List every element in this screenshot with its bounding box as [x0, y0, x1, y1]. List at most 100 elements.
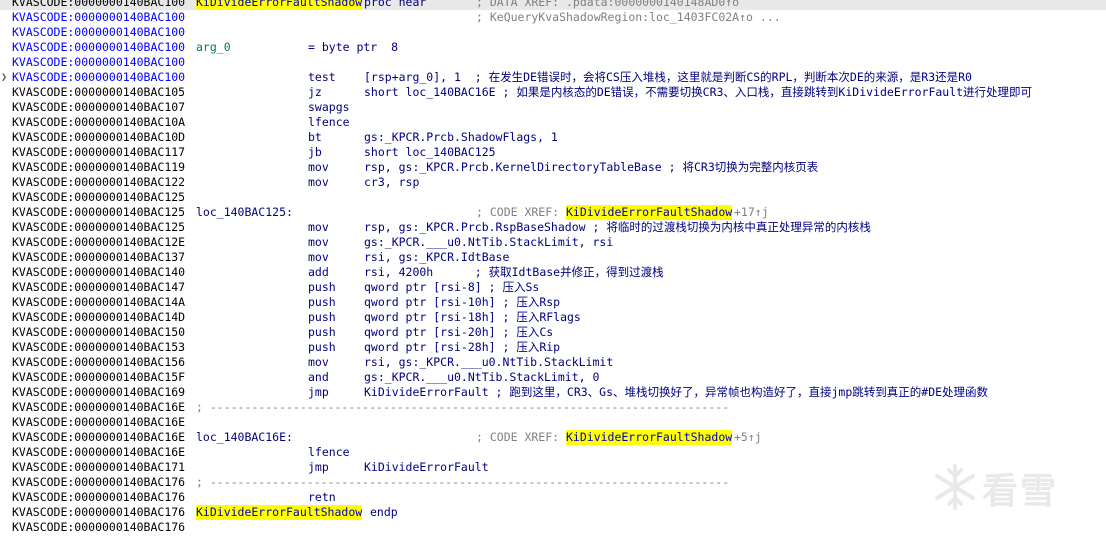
- address-label[interactable]: KVASCODE:0000000140BAC137: [12, 250, 185, 265]
- address-label[interactable]: KVASCODE:0000000140BAC14D: [12, 310, 185, 325]
- listing-row[interactable]: KVASCODE:0000000140BAC107 swapgs: [0, 100, 1106, 115]
- address-label[interactable]: KVASCODE:0000000140BAC10A: [12, 115, 185, 130]
- address-label[interactable]: KVASCODE:0000000140BAC169: [12, 385, 185, 400]
- highlighted-symbol[interactable]: KiDivideErrorFaultShadow: [196, 0, 363, 10]
- address-label[interactable]: KVASCODE:0000000140BAC147: [12, 280, 185, 295]
- listing-row[interactable]: KVASCODE:0000000140BAC125 loc_140BAC125:;…: [0, 205, 1106, 220]
- address-label[interactable]: KVASCODE:0000000140BAC12E: [12, 235, 185, 250]
- address-label[interactable]: KVASCODE:0000000140BAC176: [12, 490, 185, 505]
- operands: gs:_KPCR.___u0.NtTib.StackLimit, 0: [364, 370, 600, 384]
- address-label[interactable]: KVASCODE:0000000140BAC125: [12, 190, 185, 205]
- address-label[interactable]: KVASCODE:0000000140BAC10D: [12, 130, 185, 145]
- listing-row[interactable]: KVASCODE:0000000140BAC169 jmp KiDivideErro…: [0, 385, 1106, 400]
- mnemonic: jmp: [308, 385, 329, 399]
- snowflake-icon: [935, 464, 975, 510]
- address-label[interactable]: KVASCODE:0000000140BAC119: [12, 160, 185, 175]
- address-label[interactable]: KVASCODE:0000000140BAC156: [12, 355, 185, 370]
- listing-row[interactable]: KVASCODE:0000000140BAC119 mov rsp, gs:_KPC…: [0, 160, 1106, 175]
- operands: short loc_140BAC125: [364, 145, 496, 159]
- address-label[interactable]: KVASCODE:0000000140BAC105: [12, 85, 185, 100]
- listing-row[interactable]: KVASCODE:0000000140BAC150 push qword ptr […: [0, 325, 1106, 340]
- listing-row[interactable]: KVASCODE:0000000140BAC100 arg_0 = byte ptr…: [0, 40, 1106, 55]
- address-label[interactable]: KVASCODE:0000000140BAC14A: [12, 295, 185, 310]
- listing-row[interactable]: KVASCODE:0000000140BAC156 mov rsi, gs:_KPC…: [0, 355, 1106, 370]
- listing-row[interactable]: KVASCODE:0000000140BAC12E mov gs:_KPCR.___…: [0, 235, 1106, 250]
- address-label[interactable]: KVASCODE:0000000140BAC15F: [12, 370, 185, 385]
- highlighted-symbol[interactable]: KiDivideErrorFaultShadow: [566, 430, 733, 445]
- listing-row[interactable]: KVASCODE:0000000140BAC100 ; KeQueryKvaSha…: [0, 10, 1106, 25]
- listing-row[interactable]: KVASCODE:0000000140BAC16E loc_140BAC16E:;…: [0, 430, 1106, 445]
- listing-row[interactable]: KVASCODE:0000000140BAC16E ; -------------…: [0, 400, 1106, 415]
- address-label[interactable]: KVASCODE:0000000140BAC16E: [12, 445, 185, 460]
- address-label[interactable]: KVASCODE:0000000140BAC125: [12, 220, 185, 235]
- address-label[interactable]: KVASCODE:0000000140BAC16E: [12, 430, 185, 445]
- operands: qword ptr [rsi-8] ; 压入Ss: [364, 280, 540, 294]
- xref-comment: ; DATA XREF: .pdata:0000000140148AD0↑o: [476, 0, 740, 9]
- address-label[interactable]: KVASCODE:0000000140BAC100: [12, 0, 185, 10]
- listing-row[interactable]: KVASCODE:0000000140BAC117 jb short loc_140…: [0, 145, 1106, 160]
- listing-row[interactable]: KVASCODE:0000000140BAC140 add rsi, 4200h ;…: [0, 265, 1106, 280]
- listing-row[interactable]: KVASCODE:0000000140BAC100 KiDivideErrorFa…: [0, 0, 1106, 10]
- operands: qword ptr [rsi-28h] ; 压入Rip: [364, 340, 561, 354]
- address-label[interactable]: KVASCODE:0000000140BAC100: [12, 25, 185, 40]
- mnemonic: jb: [308, 145, 322, 159]
- operands: rsi, gs:_KPCR.___u0.NtTib.StackLimit: [364, 355, 614, 369]
- listing-row[interactable]: ❯ KVASCODE:0000000140BAC100 test [rsp+arg_0…: [0, 70, 1106, 85]
- listing-row[interactable]: KVASCODE:0000000140BAC16E: [0, 415, 1106, 430]
- listing-row[interactable]: KVASCODE:0000000140BAC137 mov rsi, gs:_KPC…: [0, 250, 1106, 265]
- address-label[interactable]: KVASCODE:0000000140BAC140: [12, 265, 185, 280]
- operands: rsi, gs:_KPCR.IdtBase: [364, 250, 510, 264]
- listing-row[interactable]: KVASCODE:0000000140BAC122 mov cr3, rsp: [0, 175, 1106, 190]
- listing-row[interactable]: KVASCODE:0000000140BAC125 mov rsp, gs:_KPC…: [0, 220, 1106, 235]
- xref-comment: ; CODE XREF:: [476, 430, 567, 444]
- mnemonic: bt: [308, 130, 322, 144]
- listing-row[interactable]: KVASCODE:0000000140BAC100: [0, 25, 1106, 40]
- listing-row[interactable]: KVASCODE:0000000140BAC176: [0, 520, 1106, 535]
- address-label[interactable]: KVASCODE:0000000140BAC171: [12, 460, 185, 475]
- address-label[interactable]: KVASCODE:0000000140BAC100: [12, 70, 185, 85]
- mnemonic: test: [308, 70, 336, 84]
- stack-variable[interactable]: arg_0: [196, 40, 231, 55]
- listing-row[interactable]: KVASCODE:0000000140BAC14D push qword ptr […: [0, 310, 1106, 325]
- mnemonic: push: [308, 325, 336, 339]
- address-label[interactable]: KVASCODE:0000000140BAC153: [12, 340, 185, 355]
- address-label[interactable]: KVASCODE:0000000140BAC16E: [12, 400, 185, 415]
- address-label[interactable]: KVASCODE:0000000140BAC176: [12, 505, 185, 520]
- listing-row[interactable]: KVASCODE:0000000140BAC100: [0, 55, 1106, 70]
- disassembly-listing[interactable]: KVASCODE:0000000140BAC100 KiDivideErrorFa…: [0, 0, 1106, 535]
- address-label[interactable]: KVASCODE:0000000140BAC107: [12, 100, 185, 115]
- address-label[interactable]: KVASCODE:0000000140BAC100: [12, 55, 185, 70]
- listing-row[interactable]: KVASCODE:0000000140BAC147 push qword ptr […: [0, 280, 1106, 295]
- listing-row[interactable]: KVASCODE:0000000140BAC10D bt gs:_KPCR.Prcb…: [0, 130, 1106, 145]
- mnemonic: add: [308, 265, 329, 279]
- address-label[interactable]: KVASCODE:0000000140BAC122: [12, 175, 185, 190]
- address-label[interactable]: KVASCODE:0000000140BAC16E: [12, 415, 185, 430]
- listing-row[interactable]: KVASCODE:0000000140BAC14A push qword ptr […: [0, 295, 1106, 310]
- address-label[interactable]: KVASCODE:0000000140BAC176: [12, 475, 185, 490]
- address-label[interactable]: KVASCODE:0000000140BAC125: [12, 205, 185, 220]
- listing-row[interactable]: KVASCODE:0000000140BAC105 jz short loc_140…: [0, 85, 1106, 100]
- operands: qword ptr [rsi-10h] ; 压入Rsp: [364, 295, 561, 309]
- listing-row[interactable]: KVASCODE:0000000140BAC10A lfence: [0, 115, 1106, 130]
- address-label[interactable]: KVASCODE:0000000140BAC100: [12, 10, 185, 25]
- mnemonic: push: [308, 340, 336, 354]
- mnemonic: mov: [308, 160, 329, 174]
- address-label[interactable]: KVASCODE:0000000140BAC100: [12, 40, 185, 55]
- mnemonic: push: [308, 280, 336, 294]
- address-label[interactable]: KVASCODE:0000000140BAC176: [12, 520, 185, 535]
- label-name[interactable]: loc_140BAC125:: [196, 205, 293, 220]
- address-label[interactable]: KVASCODE:0000000140BAC117: [12, 145, 185, 160]
- listing-row[interactable]: KVASCODE:0000000140BAC153 push qword ptr […: [0, 340, 1106, 355]
- label-name[interactable]: loc_140BAC16E:: [196, 430, 293, 445]
- operands: rsp, gs:_KPCR.Prcb.KernelDirectoryTableB…: [364, 160, 819, 174]
- listing-row[interactable]: KVASCODE:0000000140BAC15F and gs:_KPCR.___…: [0, 370, 1106, 385]
- mnemonic: lfence: [308, 115, 350, 129]
- highlighted-symbol[interactable]: KiDivideErrorFaultShadow: [566, 205, 733, 220]
- mnemonic: and: [308, 370, 329, 384]
- mnemonic: retn: [308, 490, 336, 504]
- separator-line: ; --------------------------------------…: [196, 475, 730, 489]
- highlighted-symbol[interactable]: KiDivideErrorFaultShadow: [196, 505, 363, 520]
- instruction-text: endp: [370, 505, 398, 519]
- address-label[interactable]: KVASCODE:0000000140BAC150: [12, 325, 185, 340]
- listing-row[interactable]: KVASCODE:0000000140BAC125: [0, 190, 1106, 205]
